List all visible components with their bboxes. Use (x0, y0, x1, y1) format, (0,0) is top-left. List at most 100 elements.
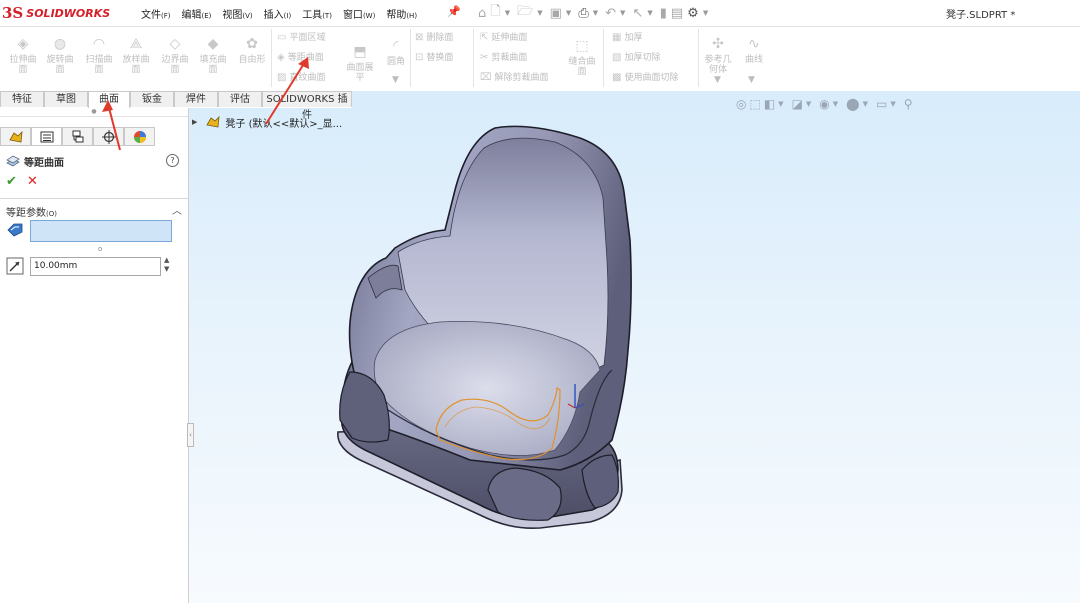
feature-manager-tab[interactable] (0, 127, 31, 146)
selection-box-resize-dot[interactable]: o (98, 245, 102, 253)
extruded-surface-button[interactable]: ◈ 拉伸曲面 (7, 37, 39, 75)
curves-button[interactable]: ∿ 曲线 (738, 37, 770, 65)
hide-show-dropdown-icon[interactable]: ▼ (833, 100, 838, 108)
undo-dropdown-icon[interactable]: ▼ (620, 9, 625, 17)
cut-with-surface-button[interactable]: ▩ 使用曲面切除 (612, 71, 678, 85)
revolved-surface-button[interactable]: ◍ 旋转曲面 (44, 36, 76, 75)
print-dropdown-icon[interactable]: ▼ (593, 9, 598, 17)
file-properties-icon[interactable]: ▤ (671, 6, 683, 21)
untrim-surface-button[interactable]: ⌧ 解除剪裁曲面 (480, 71, 549, 85)
thicken-icon: ▦ (612, 32, 622, 43)
scene-monitor-icon[interactable]: ▭ (876, 97, 887, 111)
panel-collapse-handle[interactable]: ● (0, 108, 188, 117)
menu-edit[interactable]: 编辑(E) (182, 6, 212, 21)
thickened-cut-icon: ▧ (612, 52, 622, 63)
open-dropdown-icon[interactable]: ▼ (537, 9, 542, 17)
scene-dropdown-icon[interactable]: ▼ (890, 100, 895, 108)
tab-solidworks-addins[interactable]: SOLIDWORKS 插件 (262, 91, 352, 121)
fillet-button[interactable]: ◜ 圆角 (380, 39, 412, 67)
save-icon[interactable]: ▣ (550, 6, 562, 21)
home-icon[interactable]: ⌂ (478, 6, 486, 21)
lofted-surface-button[interactable]: ⟁ 放样曲面 (120, 37, 152, 75)
group-title[interactable]: 等距参数(O) (6, 204, 57, 219)
command-manager-ribbon: ◈ 拉伸曲面 ◍ 旋转曲面 ◠ 扫描曲面 ⟁ 放样曲面 ◇ 边界曲面 ◆ 填充曲面 ✿ 自由形… (0, 27, 1080, 92)
extend-surface-button[interactable]: ⇱ 延伸曲面 (480, 31, 527, 45)
help-icon[interactable]: ? (166, 154, 179, 167)
menu-insert[interactable]: 插入(I) (264, 6, 292, 21)
tab-sheet-metal[interactable]: 钣金 (130, 91, 174, 107)
open-icon[interactable]: 🗁 (517, 2, 533, 24)
surface-flatten-button[interactable]: ⬒ 曲面展平 (344, 45, 376, 83)
undo-icon[interactable]: ↶ (605, 6, 616, 21)
zoom-to-fit-icon[interactable]: ◎ (736, 97, 746, 111)
ruled-surface-button[interactable]: ▨ 直纹曲面 (277, 71, 325, 85)
offset-distance-input[interactable]: 10.00mm (30, 257, 161, 276)
thickened-cut-button[interactable]: ▧ 加厚切除 (612, 51, 660, 65)
thicken-button[interactable]: ▦ 加厚 (612, 31, 642, 45)
print-icon[interactable]: ⎙ (578, 6, 588, 21)
view-settings-icon[interactable]: ⚲ (904, 97, 913, 111)
display-style-dropdown-icon[interactable]: ▼ (806, 100, 811, 108)
graphics-area[interactable] (189, 91, 1080, 603)
surface-selection-box[interactable] (30, 220, 172, 242)
pin-menu-icon[interactable]: 📌 (447, 5, 461, 18)
reference-geometry-dropdown-icon[interactable]: ▼ (714, 73, 721, 87)
rebuild-icon[interactable]: ▮ (660, 6, 667, 21)
menu-tools[interactable]: 工具(T) (302, 6, 332, 21)
panel-splitter-handle[interactable]: ‹ (187, 423, 194, 447)
freeform-button[interactable]: ✿ 自由形 (234, 37, 270, 65)
offset-surface-button[interactable]: ◈ 等距曲面 (277, 51, 324, 65)
swept-surface-button[interactable]: ◠ 扫描曲面 (83, 37, 115, 75)
zoom-area-icon[interactable]: ⬚ (749, 97, 760, 111)
manager-tabs (0, 127, 160, 147)
appearance-icon[interactable]: ⬤ (846, 97, 859, 111)
knit-surface-icon: ⬚ (575, 38, 589, 54)
curves-dropdown-icon[interactable]: ▼ (748, 73, 755, 87)
tab-surfaces[interactable]: 曲面 (88, 91, 130, 108)
menu-window[interactable]: 窗口(W) (343, 6, 375, 21)
ok-checkmark-button[interactable]: ✔ (6, 174, 17, 189)
display-manager-tab[interactable] (124, 127, 155, 146)
options-gear-icon[interactable]: ⚙ (687, 6, 699, 21)
select-icon[interactable]: ↖ (632, 6, 643, 21)
fillet-dropdown-icon[interactable]: ▼ (392, 73, 399, 87)
tab-evaluate[interactable]: 评估 (218, 91, 262, 107)
tab-sketch[interactable]: 草图 (44, 91, 88, 107)
view-orientation-dropdown-icon[interactable]: ▼ (778, 100, 783, 108)
feature-title: 等距曲面 (24, 157, 64, 169)
revolved-surface-icon: ◍ (53, 36, 67, 52)
part-name[interactable]: 凳子 (默认<<默认>_显... (225, 115, 342, 130)
menu-help[interactable]: 帮助(H) (386, 6, 417, 21)
section-view-icon[interactable]: ◧ (764, 97, 775, 111)
save-dropdown-icon[interactable]: ▼ (566, 9, 571, 17)
configuration-manager-tab[interactable] (62, 127, 93, 146)
offset-surface-icon: ◈ (277, 52, 285, 63)
expand-arrow-icon[interactable]: ▶ (192, 118, 197, 126)
trim-surface-button[interactable]: ✂ 剪裁曲面 (480, 51, 527, 65)
solidworks-logo[interactable]: 3S SOLIDWORKS (2, 2, 120, 24)
menu-file[interactable]: 文件(F) (141, 6, 171, 21)
tab-features[interactable]: 特征 (0, 91, 44, 107)
new-dropdown-icon[interactable]: ▼ (505, 9, 510, 17)
knit-surface-button[interactable]: ⬚ 缝合曲面 (566, 38, 598, 77)
replace-face-button[interactable]: ⊡ 替换面 (415, 51, 453, 65)
display-style-icon[interactable]: ◪ (792, 97, 803, 111)
reference-geometry-button[interactable]: ✣ 参考几 何体 (702, 37, 734, 75)
collapse-chevron-icon[interactable]: ︿ (172, 202, 182, 217)
property-manager-tab[interactable] (31, 127, 62, 146)
distance-spinner[interactable]: ▲ ▼ (164, 256, 169, 274)
menu-view[interactable]: 视图(V) (222, 6, 252, 21)
offset-surface-icon (6, 155, 20, 167)
hide-show-icon[interactable]: ◉ (819, 97, 829, 111)
appearance-dropdown-icon[interactable]: ▼ (863, 100, 868, 108)
cancel-x-button[interactable]: ✕ (27, 174, 38, 189)
select-dropdown-icon[interactable]: ▼ (647, 9, 652, 17)
boundary-surface-button[interactable]: ◇ 边界曲面 (159, 37, 191, 75)
tab-weldments[interactable]: 焊件 (174, 91, 218, 107)
new-document-icon[interactable]: 🗋 (490, 2, 500, 24)
planar-surface-button[interactable]: ▭ 平面区域 (277, 31, 325, 45)
filled-surface-button[interactable]: ◆ 填充曲面 (197, 37, 229, 75)
dimxpert-manager-tab[interactable] (93, 127, 124, 146)
delete-face-button[interactable]: ⊠ 删除面 (415, 31, 453, 45)
options-dropdown-icon[interactable]: ▼ (703, 9, 708, 17)
